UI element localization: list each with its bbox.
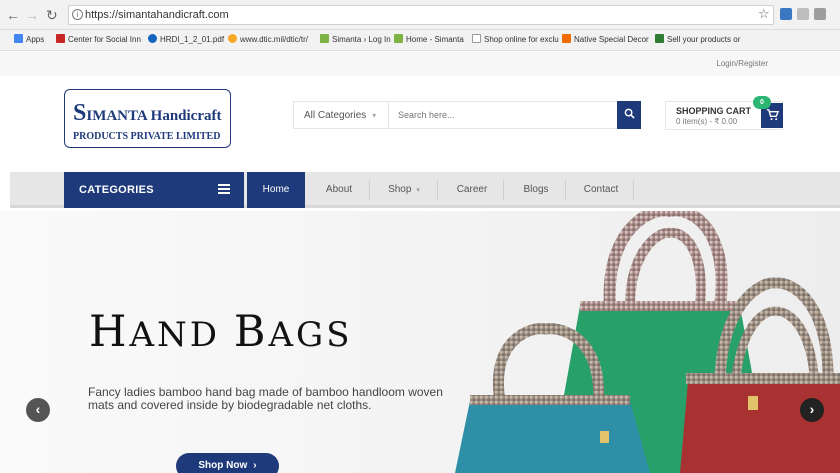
bookmark-favicon: [472, 34, 481, 43]
hero-slider: HAND BAGS Fancy ladies bamboo hand bag m…: [0, 211, 840, 473]
bookmark-favicon: [394, 34, 403, 43]
bookmark-item[interactable]: Center for Social Inn: [56, 34, 141, 44]
bookmark-item[interactable]: Simanta › Log In: [320, 34, 391, 44]
nav-blogs[interactable]: Blogs: [514, 172, 558, 208]
bookmark-favicon: [148, 34, 157, 43]
forward-icon[interactable]: →: [25, 7, 39, 23]
bookmarks-bar: Apps Center for Social Inn HRDI_1_2_01.p…: [0, 30, 840, 51]
search-icon: [624, 108, 635, 119]
bookmark-apps[interactable]: Apps: [14, 34, 44, 44]
bookmark-item[interactable]: Native Special Decor: [562, 34, 649, 44]
chevron-down-icon: ▾: [416, 187, 420, 194]
nav-divider: [369, 180, 370, 200]
bookmark-favicon: [56, 34, 65, 43]
cart-title: SHOPPING CART: [676, 106, 752, 116]
chevron-right-icon: ›: [253, 460, 257, 471]
chevron-right-icon: ›: [809, 401, 815, 417]
bookmark-item[interactable]: www.dtic.mil/dtic/tr/: [228, 34, 308, 44]
slider-prev-button[interactable]: ‹: [26, 398, 50, 422]
bookmark-favicon: [228, 34, 237, 43]
shopping-cart-icon: [766, 109, 779, 121]
nav-home[interactable]: Home: [247, 172, 305, 208]
top-bar: Login/Register: [0, 52, 840, 76]
cart-count-badge: 0: [753, 96, 771, 109]
nav-about[interactable]: About: [316, 172, 362, 208]
bookmark-favicon: [320, 34, 329, 43]
hamburger-icon: [218, 184, 230, 196]
slider-next-button[interactable]: ›: [800, 398, 824, 422]
chevron-left-icon: ‹: [35, 401, 41, 417]
nav-divider: [565, 180, 566, 200]
handbags-image: [455, 211, 840, 473]
chevron-down-icon: ▾: [372, 111, 377, 120]
search-input[interactable]: [398, 106, 608, 124]
bookmark-star-icon[interactable]: ☆: [758, 6, 770, 22]
bookmark-favicon: [562, 34, 571, 43]
address-bar[interactable]: i https://simantahandicraft.com: [68, 5, 774, 25]
hero-title: HAND BAGS: [89, 307, 353, 357]
nav-divider: [633, 180, 634, 200]
nav-divider: [503, 180, 504, 200]
search-bar: All Categories ▾: [293, 101, 641, 129]
search-button[interactable]: [617, 101, 641, 129]
categories-label: CATEGORIES: [79, 184, 154, 196]
browser-toolbar: ← → ↻ i https://simantahandicraft.com ☆: [0, 0, 840, 30]
bookmark-item[interactable]: Home - Simanta: [394, 34, 464, 44]
apps-icon: [14, 34, 23, 43]
hero-description: Fancy ladies bamboo hand bag made of bam…: [88, 385, 443, 412]
back-icon[interactable]: ←: [6, 7, 20, 23]
site-logo[interactable]: SIMANTA Handicraft PRODUCTS PRIVATE LIMI…: [64, 89, 231, 148]
shop-now-button[interactable]: Shop Now ›: [176, 453, 279, 473]
extension-icon[interactable]: [780, 8, 792, 20]
extension-icon[interactable]: [814, 8, 826, 20]
info-icon[interactable]: i: [72, 9, 83, 20]
nav-career[interactable]: Career: [448, 172, 496, 208]
cart-summary: 0 item(s) - ₹ 0.00: [676, 117, 738, 126]
bookmark-item[interactable]: HRDI_1_2_01.pdf: [148, 34, 224, 44]
category-select[interactable]: All Categories ▾: [304, 110, 376, 121]
bookmark-favicon: [655, 34, 664, 43]
categories-menu-button[interactable]: CATEGORIES: [64, 172, 244, 208]
reload-icon[interactable]: ↻: [46, 7, 58, 23]
nav-shop[interactable]: Shop ▾: [378, 172, 430, 208]
login-register-link[interactable]: Login/Register: [716, 59, 768, 68]
search-divider: [388, 102, 389, 128]
logo-line-1: SIMANTA Handicraft: [73, 100, 222, 126]
url-text: https://simantahandicraft.com: [85, 9, 229, 21]
logo-line-2: PRODUCTS PRIVATE LIMITED: [73, 131, 221, 142]
nav-contact[interactable]: Contact: [574, 172, 628, 208]
bookmark-item[interactable]: Sell your products or: [655, 34, 740, 44]
nav-divider: [437, 180, 438, 200]
extension-icon[interactable]: [797, 8, 809, 20]
bookmark-item[interactable]: Shop online for exclu: [472, 34, 559, 44]
